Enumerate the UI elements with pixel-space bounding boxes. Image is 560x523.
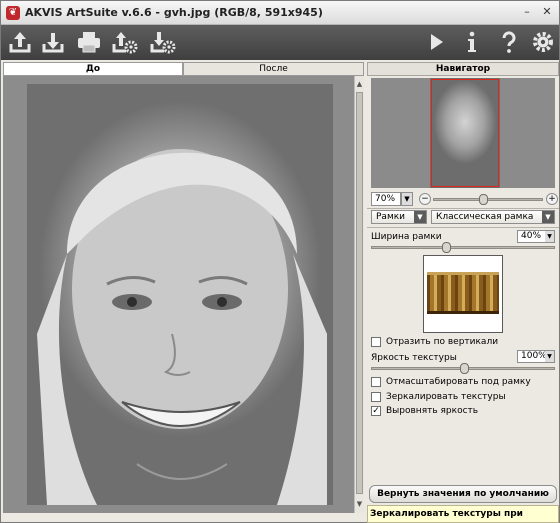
- scale-to-frame-checkbox[interactable]: [371, 377, 381, 387]
- tab-before[interactable]: До: [3, 62, 183, 76]
- scroll-up-icon[interactable]: ▲: [355, 78, 364, 90]
- zoom-out-button[interactable]: −: [419, 193, 431, 205]
- frame-width-slider-knob[interactable]: [442, 242, 451, 253]
- print-icon: [78, 32, 100, 53]
- zoom-slider[interactable]: [433, 194, 543, 205]
- run-icon: [431, 34, 443, 50]
- zoom-control: 70% ▼ − +: [371, 192, 559, 206]
- info-icon: [468, 31, 476, 52]
- save-settings-button[interactable]: [149, 28, 177, 56]
- save-icon: [42, 33, 64, 53]
- frame-texture-preview[interactable]: [423, 255, 503, 333]
- preferences-button[interactable]: [529, 28, 557, 56]
- dropdown-arrow-icon: ▼: [545, 231, 554, 242]
- divider: [367, 208, 559, 209]
- frame-preset-select[interactable]: Классическая рамка ▼: [431, 210, 555, 224]
- image-canvas[interactable]: ▲ ▼: [3, 76, 364, 513]
- minimize-icon[interactable]: –: [520, 5, 534, 19]
- dropdown-arrow-icon: ▼: [414, 211, 426, 223]
- frame-preset-value: Классическая рамка: [436, 212, 534, 222]
- title-bar: ❦ AKVIS ArtSuite v.6.6 - gvh.jpg (RGB/8,…: [1, 1, 559, 25]
- upload-settings-icon: [112, 32, 138, 54]
- help-button[interactable]: [495, 28, 523, 56]
- run-button[interactable]: [422, 28, 450, 56]
- zoom-field[interactable]: 70%: [371, 192, 401, 206]
- texture-brightness-field[interactable]: 100% ▼: [517, 350, 555, 363]
- texture-brightness-slider-knob[interactable]: [460, 363, 469, 374]
- app-window: ❦ AKVIS ArtSuite v.6.6 - gvh.jpg (RGB/8,…: [0, 0, 560, 523]
- equalize-brightness-checkbox[interactable]: ✓: [371, 406, 381, 416]
- tab-after[interactable]: После: [183, 62, 364, 76]
- flip-vertical-label: Отразить по вертикали: [386, 337, 499, 347]
- zoom-slider-knob[interactable]: [479, 194, 488, 205]
- canvas-scrollbar[interactable]: ▲ ▼: [354, 76, 364, 513]
- open-icon: [9, 32, 31, 53]
- navigator-preview[interactable]: [371, 78, 555, 188]
- download-settings-icon: [150, 32, 176, 54]
- settings-panel: Навигатор 70% ▼ − + Рамки ▼ Классическая…: [367, 62, 559, 523]
- zoom-dropdown-icon[interactable]: ▼: [401, 192, 413, 206]
- texture-brightness-label: Яркость текстуры: [371, 353, 457, 363]
- scroll-thumb[interactable]: [356, 92, 363, 494]
- zoom-in-button[interactable]: +: [546, 193, 558, 205]
- app-logo-icon: ❦: [6, 6, 20, 20]
- frame-width-field[interactable]: 40% ▼: [517, 230, 555, 243]
- dropdown-arrow-icon: ▼: [542, 211, 554, 223]
- reset-defaults-button[interactable]: Вернуть значения по умолчанию: [369, 485, 557, 503]
- mirror-textures-checkbox[interactable]: [371, 392, 381, 402]
- settings-gear-icon: [533, 32, 553, 52]
- frame-width-value: 40%: [521, 231, 542, 241]
- dropdown-arrow-icon: ▼: [545, 351, 554, 362]
- navigator-viewport-frame[interactable]: [431, 79, 499, 187]
- navigator-title: Навигатор: [367, 62, 559, 76]
- portrait-photo: [27, 84, 333, 505]
- texture-brightness-value: 100%: [521, 351, 547, 361]
- frame-width-slider[interactable]: [371, 242, 555, 253]
- mirror-textures-label: Зеркалировать текстуры: [386, 392, 506, 402]
- save-button[interactable]: [39, 28, 67, 56]
- scale-to-frame-label: Отмасштабировать под рамку: [386, 377, 531, 387]
- hint-box: Зеркалировать текстуры при составлении: [367, 505, 559, 523]
- load-settings-button[interactable]: [111, 28, 139, 56]
- open-button[interactable]: [6, 28, 34, 56]
- scroll-down-icon[interactable]: ▼: [355, 498, 364, 510]
- toolbar: [1, 25, 559, 60]
- frame-width-label: Ширина рамки: [371, 232, 442, 242]
- print-button[interactable]: [75, 28, 103, 56]
- view-tabs: До После: [3, 62, 364, 76]
- close-icon[interactable]: ✕: [540, 5, 554, 19]
- divider: [367, 227, 559, 228]
- effect-category-value: Рамки: [376, 212, 406, 222]
- help-icon: [502, 31, 516, 53]
- info-button[interactable]: [458, 28, 486, 56]
- texture-brightness-slider[interactable]: [371, 363, 555, 374]
- frame-texture-image: [427, 272, 499, 314]
- flip-vertical-checkbox[interactable]: [371, 337, 381, 347]
- window-title: AKVIS ArtSuite v.6.6 - gvh.jpg (RGB/8, 5…: [25, 6, 323, 19]
- effect-category-select[interactable]: Рамки ▼: [371, 210, 427, 224]
- equalize-brightness-label: Выровнять яркость: [386, 406, 479, 416]
- portrait-sketch: [37, 149, 327, 505]
